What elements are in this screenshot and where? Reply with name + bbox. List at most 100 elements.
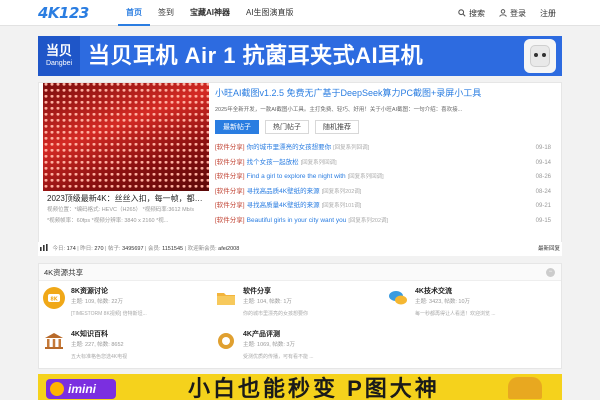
post-category[interactable]: [软件分享]	[215, 159, 245, 166]
imini-logo-text: imini	[68, 382, 97, 396]
register-label: 注册	[540, 8, 556, 18]
post-title[interactable]: 你的城市里漂亮的女孩想要你	[247, 144, 332, 151]
forum-name[interactable]: 8K资源讨论	[71, 286, 108, 296]
forum-library-icon	[43, 330, 65, 352]
post-tabs: 最新帖子 热门帖子 随机推荐	[215, 120, 559, 134]
post-note: [回复系列202调]	[321, 188, 362, 195]
user-icon	[499, 9, 507, 17]
forum-name[interactable]: 4K产品评测	[243, 329, 280, 339]
stat-newest-member[interactable]: afei2008	[218, 246, 239, 252]
main-nav: 首页 签到 宝藏AI神器 AI生图演直版	[118, 0, 302, 26]
section-title[interactable]: 4K资源共享	[44, 268, 83, 277]
post-list: [软件分享] 你的城市里漂亮的女孩想要你 [回复系列回调] 09-18 [软件分享] 找…	[215, 141, 559, 228]
nav-home[interactable]: 首页	[118, 0, 150, 26]
post-category[interactable]: [软件分享]	[215, 217, 245, 224]
post-category[interactable]: [软件分享]	[215, 144, 245, 151]
featured-title[interactable]: 小旺AI截图v1.2.5 免费无广基于DeepSeek算力PC截图+录屏小工具	[215, 87, 559, 99]
forum-stats-bar: 今日: 174 | 昨日: 270 | 帖子: 3495697 | 会员: 11…	[38, 242, 562, 256]
forum-name[interactable]: 4K技术交流	[415, 286, 452, 296]
bottom-banner-headline: 小白也能秒变 P图大神	[188, 376, 440, 400]
forum-latest[interactable]: 每一秒都再得让人看透！欢迎浏览 ...	[415, 310, 496, 317]
bottom-ad-banner[interactable]: imini 小白也能秒变 P图大神	[38, 374, 562, 400]
stat-today-label: 今日:	[52, 246, 66, 252]
post-note: [回复系列101调]	[321, 203, 362, 209]
forum-latest[interactable]: 受测优质的传播，可有看不能 ...	[243, 353, 314, 360]
forum-item[interactable]: 4K产品评测 主题: 1069, 帖数: 3万 受测优质的传播，可有看不能 ..…	[211, 326, 381, 366]
post-title[interactable]: Beautiful girls in your city want you	[247, 217, 347, 224]
list-item[interactable]: [软件分享] 找个女孩一起放松 [回复系列回调] 09-14	[215, 156, 559, 171]
stat-newest-label: 欢迎新会员:	[187, 246, 217, 252]
forum-latest[interactable]: 五大标准格色您选4K电视	[71, 353, 127, 360]
tab-hot[interactable]: 热门帖子	[265, 120, 309, 134]
post-title[interactable]: Find a girl to explore the night with	[247, 173, 346, 180]
stat-today: 174	[66, 246, 76, 252]
featured-card: 2023顶级最新4K：丝丝入扣，每一帧，都可做 视频位置：*编码格式: HEVC…	[38, 82, 562, 256]
hero-image	[43, 83, 209, 191]
nav-ai-tools[interactable]: 宝藏AI神器	[182, 0, 238, 26]
search-button[interactable]: 搜索	[458, 8, 485, 19]
collapse-icon[interactable]: −	[546, 268, 555, 277]
svg-text:8K: 8K	[50, 297, 58, 303]
stat-posts-label: 帖子:	[108, 246, 121, 252]
resource-section: 4K资源共享 − 8K 8K资源讨论 主题: 109, 帖数: 22万 [TIM…	[38, 263, 562, 369]
list-item[interactable]: [软件分享] Find a girl to explore the night w…	[215, 170, 559, 185]
forum-folder-icon	[215, 287, 237, 309]
post-category[interactable]: [软件分享]	[215, 188, 245, 195]
post-date: 09-14	[535, 159, 551, 166]
forum-item[interactable]: 8K 8K资源讨论 主题: 109, 帖数: 22万 [TIMESTORM 8K…	[39, 283, 209, 323]
hero-title[interactable]: 2023顶级最新4K：丝丝入扣，每一帧，都可做	[47, 193, 205, 204]
forum-item[interactable]: 4K技术交流 主题: 3423, 帖数: 10万 每一秒都再得让人看透！欢迎浏览…	[383, 283, 553, 323]
banner-headline: 当贝耳机 Air 1 抗菌耳夹式AI耳机	[88, 43, 424, 68]
list-item[interactable]: [软件分享] Beautiful girls in your city want …	[215, 214, 559, 229]
top-ad-banner[interactable]: 当贝 Dangbei 当贝耳机 Air 1 抗菌耳夹式AI耳机	[38, 36, 562, 76]
register-button[interactable]: 注册	[540, 8, 556, 19]
list-item[interactable]: [软件分享] 寻找高品质4K壁纸的来源 [回复系列202调] 08-24	[215, 185, 559, 200]
forum-item[interactable]: 软件分享 主题: 104, 帖数: 1万 你的城市里漂亮的女孩想要你	[211, 283, 381, 323]
post-category[interactable]: [软件分享]	[215, 173, 245, 180]
post-title[interactable]: 找个女孩一起放松	[247, 159, 299, 166]
section-header: 4K资源共享 −	[39, 264, 561, 281]
top-header: 4K123 首页 签到 宝藏AI神器 AI生图演直版 搜索 登录 注册	[0, 0, 600, 26]
nav-ai-image[interactable]: AI生图演直版	[238, 0, 302, 26]
login-label: 登录	[510, 8, 526, 18]
stat-posts: 3495697	[122, 246, 144, 252]
stat-yesterday: 270	[94, 246, 104, 252]
hero-meta-2: *视频帧率：60fps *视频分辨率: 3840 x 2160 *视...	[47, 218, 169, 224]
list-item[interactable]: [软件分享] 你的城市里漂亮的女孩想要你 [回复系列回调] 09-18	[215, 141, 559, 156]
forum-chat-icon	[387, 287, 409, 309]
stat-members: 1151545	[162, 246, 184, 252]
latest-reply-link[interactable]: 最新回复	[538, 242, 560, 256]
forum-name[interactable]: 软件分享	[243, 286, 271, 296]
forum-stat: 主题: 109, 帖数: 22万	[71, 299, 123, 305]
post-note: [回复系列回调]	[333, 145, 370, 151]
post-title[interactable]: 寻找高质量4K壁纸的来源	[247, 202, 320, 209]
nav-checkin[interactable]: 签到	[150, 0, 182, 26]
forum-latest[interactable]: 你的城市里漂亮的女孩想要你	[243, 310, 308, 317]
featured-desc: 2025年全新开发，一款AI截图小工具。主打免费、轻巧、好用！关于小旺AI截图：…	[215, 107, 463, 113]
hero-meta-1: 视频位置：*编码格式: HEVC（H265） *视频码率:3612 Mb/s	[47, 207, 195, 213]
imini-logo: imini	[46, 379, 116, 399]
tab-latest[interactable]: 最新帖子	[215, 120, 259, 134]
gem-icon	[50, 382, 64, 396]
earbud-product-image	[524, 39, 556, 73]
post-date: 09-15	[535, 217, 551, 224]
forum-review-icon	[215, 330, 237, 352]
post-title[interactable]: 寻找高品质4K壁纸的来源	[247, 188, 320, 195]
site-logo[interactable]: 4K123	[38, 4, 89, 22]
banner-illustration	[508, 377, 542, 399]
login-button[interactable]: 登录	[499, 8, 526, 19]
forum-item[interactable]: 4K知识百科 主题: 227, 帖数: 8652 五大标准格色您选4K电视	[39, 326, 209, 366]
post-category[interactable]: [软件分享]	[215, 202, 245, 209]
forum-latest[interactable]: [TIMESTORM 8K视频] 倍特斯坦...	[71, 310, 147, 317]
hero-slide[interactable]: 2023顶级最新4K：丝丝入扣，每一帧，都可做 视频位置：*编码格式: HEVC…	[43, 83, 209, 233]
post-note: [回复系列回调]	[300, 159, 337, 166]
brand-en: Dangbei	[45, 60, 73, 67]
post-date: 09-18	[535, 145, 551, 151]
forum-name[interactable]: 4K知识百科	[71, 329, 108, 339]
brand-cn: 当贝	[45, 43, 72, 58]
tab-random[interactable]: 随机推荐	[315, 120, 359, 134]
list-item[interactable]: [软件分享] 寻找高质量4K壁纸的来源 [回复系列101调] 09-21	[215, 199, 559, 214]
search-icon	[458, 9, 466, 17]
bar-chart-icon	[40, 244, 48, 251]
hero-caption: 2023顶级最新4K：丝丝入扣，每一帧，都可做 视频位置：*编码格式: HEVC…	[43, 191, 209, 233]
